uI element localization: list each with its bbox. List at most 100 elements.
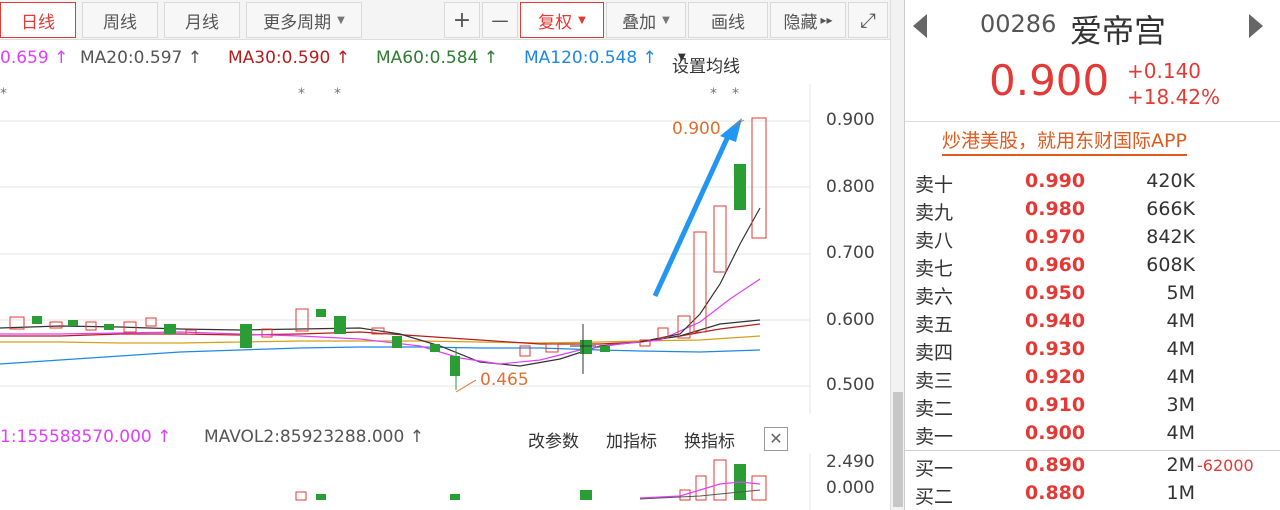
level-label: 卖二 [915,398,954,420]
hide-button[interactable]: 隐藏 ▸▸ [770,2,846,38]
promo-link[interactable]: 炒港美股，就用东财国际APP [942,126,1187,156]
hide-label: 隐藏 [783,12,818,33]
event-marker: * [0,86,7,102]
level-label: 卖四 [915,342,954,364]
add-indicator-button[interactable]: 加指标 [606,427,657,452]
overlay-dropdown[interactable]: 叠加 ▼ [606,2,686,38]
bid-ask-divider [905,450,1280,451]
change-amount: +0.140 [1127,59,1202,83]
draw-line-button[interactable]: 画线 [688,2,768,38]
adjust-label: 复权 [538,12,573,33]
level-volume: 666K [1146,198,1195,220]
double-arrow-icon: ▸▸ [820,13,833,27]
level-price: 0.930 [1025,338,1086,360]
y-axis-label: 0.500 [826,375,875,395]
stock-name: 爱帝宫 [1070,12,1167,50]
stock-code: 00286 [980,10,1057,38]
scrollbar-thumb[interactable] [893,392,903,507]
level-price: 0.890 [1025,454,1086,476]
level-price: 0.970 [1025,226,1086,248]
order-book-row: 买二 0.880 1M [905,480,1280,508]
order-book-row: 卖九 0.980 666K [905,196,1280,224]
tab-monthly[interactable]: 月线 [164,2,240,38]
app-window: { "toolbar": { "periods": ["日线", "周线", "… [0,0,1280,510]
level-price: 0.960 [1025,254,1086,276]
change-params-button[interactable]: 改参数 [528,427,579,452]
volume-header: 1:155588570.000 ↑ MAVOL2:85923288.000 ↑ … [0,424,890,454]
stock-header: 00286 爱帝宫 0.900 +0.140 +18.42% [905,0,1280,122]
switch-indicator-button[interactable]: 换指标 [684,427,735,452]
prev-stock-button[interactable] [913,12,927,45]
level-price: 0.950 [1025,282,1086,304]
high-annotation: 0.900 [672,119,721,139]
order-book-row: 卖一 0.900 4M [905,420,1280,448]
level-volume: 4M [1166,366,1195,388]
chevron-down-icon: ▼ [578,14,586,26]
event-marker: * [298,86,305,102]
level-label: 买一 [915,458,954,480]
level-volume: 2M [1166,454,1195,476]
level-volume: 420K [1146,170,1195,192]
zoom-out-button[interactable]: 一 [482,2,518,38]
level-label: 卖九 [915,202,954,224]
level-label: 卖一 [915,426,954,448]
volume-chart[interactable] [0,454,890,510]
level-volume: 608K [1146,254,1195,276]
close-icon: ✕ [769,429,783,448]
level-label: 卖七 [915,258,954,280]
level-volume: 4M [1166,310,1195,332]
order-book-row: 卖三 0.920 4M [905,364,1280,392]
order-book-row: 卖二 0.910 3M [905,392,1280,420]
ma20-value: MA20:0.597 ↑ [80,48,202,68]
more-periods-dropdown[interactable]: 更多周期 ▼ [246,2,362,38]
level-label: 卖十 [915,174,954,196]
level-price: 0.880 [1025,482,1086,504]
level-change: -62000 [1197,456,1254,475]
level-volume: 5M [1166,282,1195,304]
adjust-dropdown[interactable]: 复权 ▼ [520,2,604,38]
overlay-label: 叠加 [622,12,657,33]
level-volume: 3M [1166,394,1195,416]
low-annotation: 0.465 [480,370,529,390]
zoom-in-button[interactable]: + [444,2,480,38]
event-marker: * [710,86,717,102]
level-label: 卖六 [915,286,954,308]
change-percent: +18.42% [1127,85,1221,109]
order-book-row: 卖五 0.940 4M [905,308,1280,336]
volume-y-label: 2.490 [826,452,875,472]
ma120-value: MA120:0.548 ↑ [524,48,657,68]
chart-toolbar: 日线 周线 月线 更多周期 ▼ + 一 复权 ▼ 叠加 ▼ 画线 隐藏 ▸▸ ⤢ [0,0,890,40]
chevron-right-icon [1249,14,1263,38]
chevron-down-icon: ▼ [678,52,686,63]
event-marker: * [732,86,739,102]
tab-daily[interactable]: 日线 [0,2,76,38]
ma120-line [0,346,761,365]
chevron-down-icon: ▼ [662,14,670,26]
level-price: 0.980 [1025,198,1086,220]
order-book-row: 卖六 0.950 5M [905,280,1280,308]
volume-y-label: 0.000 [826,478,875,498]
order-book-row: 买一 0.890 2M -62000 [905,452,1280,480]
chevron-down-icon: ▼ [337,14,345,26]
fullscreen-icon: ⤢ [860,8,876,32]
y-axis-label: 0.800 [826,177,875,197]
mavol2-value: MAVOL2:85923288.000 ↑ [204,427,424,447]
close-indicator-button[interactable]: ✕ [764,427,788,451]
chart-scrollbar[interactable] [890,0,904,510]
y-axis-label: 0.700 [826,243,875,263]
y-axis-label: 0.900 [826,110,875,130]
next-stock-button[interactable] [1249,12,1263,45]
ma30-value: MA30:0.590 ↑ [228,48,350,68]
level-label: 卖五 [915,314,954,336]
trend-arrow [652,130,733,298]
level-price: 0.940 [1025,310,1086,332]
fullscreen-button[interactable]: ⤢ [848,2,888,38]
chevron-left-icon [913,14,927,38]
level-volume: 1M [1166,482,1195,504]
more-periods-label: 更多周期 [263,12,332,33]
level-label: 买二 [915,486,954,508]
level-price: 0.910 [1025,394,1086,416]
tab-weekly[interactable]: 周线 [82,2,158,38]
level-label: 卖三 [915,370,954,392]
level-price: 0.920 [1025,366,1086,388]
